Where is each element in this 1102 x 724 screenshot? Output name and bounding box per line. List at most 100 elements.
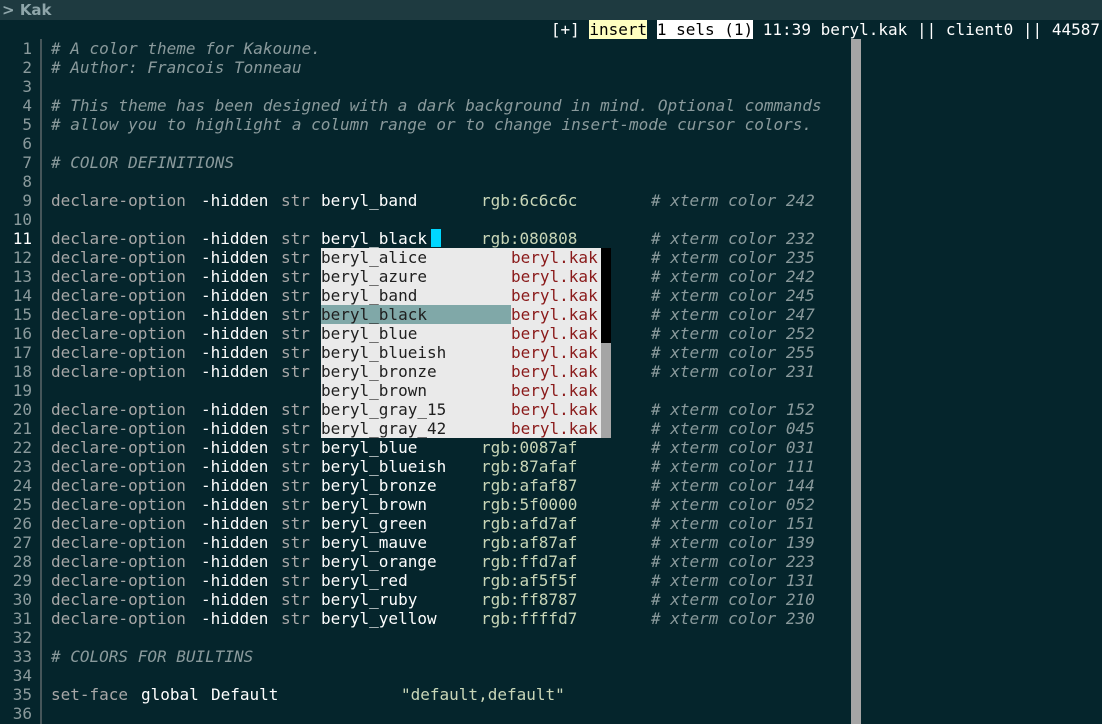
completion-item-name: beryl_brown [321, 381, 427, 400]
line-content: # allow you to highlight a column range … [51, 115, 812, 134]
option-name: beryl_bronze [321, 476, 437, 495]
line-number: 3 [22, 77, 32, 96]
keyword: declare-option [51, 552, 196, 571]
completion-item-name: beryl_black [321, 305, 511, 324]
option-name: beryl_ruby [321, 590, 418, 609]
flag: -hidden [201, 514, 269, 533]
editor-scrollbar[interactable] [851, 39, 861, 724]
rgb-value: rgb:87afaf [481, 457, 578, 476]
flag: -hidden [201, 191, 269, 210]
line-number: 12 [12, 248, 32, 267]
code-line[interactable]: 5 # allow you to highlight a column range… [0, 115, 850, 134]
completion-menu[interactable]: beryl_gray_42 beryl.kak beryl_gray_15 beryl… [321, 248, 611, 438]
keyword: declare-option [51, 248, 196, 267]
completion-item[interactable]: beryl_black beryl.kak [321, 305, 611, 324]
line-number: 33 [12, 647, 32, 666]
selection-count: 1 sels (1) [656, 20, 754, 39]
line-number: 16 [12, 324, 32, 343]
code-line[interactable]: 3 [0, 77, 850, 96]
option-name: beryl_black [321, 229, 427, 248]
completion-item[interactable]: beryl_bronze beryl.kak [321, 362, 611, 381]
completion-item-source: beryl.kak [511, 267, 598, 286]
line-number: 11 [12, 229, 32, 248]
code-line[interactable]: 31 declare-option -hidden str beryl_yellow r… [0, 609, 850, 628]
xterm-comment: # xterm color 223 [651, 552, 815, 571]
code-line[interactable]: 29 declare-option -hidden str beryl_red rgb:… [0, 571, 850, 590]
code-line[interactable]: 22 declare-option -hidden str beryl_blue rgb… [0, 438, 850, 457]
line-number: 21 [12, 419, 32, 438]
line-number: 27 [12, 533, 32, 552]
code-line[interactable]: 6 [0, 134, 850, 153]
type: str [281, 191, 310, 210]
code-line[interactable]: 30 declare-option -hidden str beryl_ruby rgb… [0, 590, 850, 609]
flag: -hidden [201, 343, 269, 362]
cursor-position: 11:39 [762, 20, 811, 39]
keyword: declare-option [51, 533, 196, 552]
completion-item-source: beryl.kak [511, 286, 598, 305]
line-number: 23 [12, 457, 32, 476]
line-number: 25 [12, 495, 32, 514]
xterm-comment: # xterm color 210 [651, 590, 815, 609]
code-line[interactable]: 4 # This theme has been designed with a d… [0, 96, 850, 115]
code-line[interactable]: 9 declare-option -hidden str beryl_band rgb:… [0, 191, 850, 210]
completion-item[interactable]: beryl_azure beryl.kak [321, 267, 611, 286]
line-content: # A color theme for Kakoune. [51, 39, 321, 58]
code-line[interactable]: 28 declare-option -hidden str beryl_orange r… [0, 552, 850, 571]
type: str [281, 495, 310, 514]
completion-item[interactable]: beryl_blueish beryl.kak [321, 343, 611, 362]
line-number: 9 [22, 191, 32, 210]
line-number: 10 [12, 210, 32, 229]
code-line[interactable]: 32 [0, 628, 850, 647]
modified-flag: [+] [550, 20, 580, 39]
completion-item[interactable]: beryl_gray_15 beryl.kak [321, 400, 611, 419]
xterm-comment: # xterm color 139 [651, 533, 815, 552]
completion-item-name: beryl_gray_42 [321, 419, 447, 438]
code-line[interactable]: 26 declare-option -hidden str beryl_green rg… [0, 514, 850, 533]
mode-indicator: insert [589, 20, 648, 39]
flag: -hidden [201, 533, 269, 552]
completion-item-name: beryl_azure [321, 267, 427, 286]
type: str [281, 229, 310, 248]
line-number: 14 [12, 286, 32, 305]
xterm-comment: # xterm color 031 [651, 438, 815, 457]
prompt-chevron-icon: > [2, 1, 15, 19]
face-value: "default,default" [401, 685, 565, 704]
client-name: client0 [945, 20, 1014, 39]
text-cursor [431, 229, 441, 247]
flag: -hidden [201, 419, 269, 438]
completion-item[interactable]: beryl_band beryl.kak [321, 286, 611, 305]
completion-scroll-thumb[interactable] [601, 248, 611, 343]
code-line[interactable]: 27 declare-option -hidden str beryl_mauve rg… [0, 533, 850, 552]
completion-item[interactable]: beryl_alice beryl.kak [321, 248, 611, 267]
code-line[interactable]: 7 # COLOR DEFINITIONS [0, 153, 850, 172]
type: str [281, 248, 310, 267]
completion-item[interactable]: beryl_blue beryl.kak [321, 324, 611, 343]
rgb-value: rgb:5f0000 [481, 495, 578, 514]
completion-item[interactable]: beryl_gray_42 beryl.kak [321, 419, 611, 438]
flag: -hidden [201, 324, 269, 343]
type: str [281, 514, 310, 533]
xterm-comment: # xterm color 231 [651, 362, 815, 381]
status-modeline: [+] insert 1 sels (1) 11:39 beryl.kak ||… [550, 20, 1100, 39]
line-number: 34 [12, 666, 32, 685]
flag: -hidden [201, 248, 269, 267]
code-line[interactable]: 2 # Author: Francois Tonneau [0, 58, 850, 77]
rgb-value: rgb:ff8787 [481, 590, 578, 609]
flag: -hidden [201, 305, 269, 324]
xterm-comment: # xterm color 232 [651, 229, 815, 248]
code-line[interactable]: 33 # COLORS FOR BUILTINS [0, 647, 850, 666]
line-content: # COLORS FOR BUILTINS [51, 647, 253, 666]
code-line[interactable]: 10 [0, 210, 850, 229]
xterm-comment: # xterm color 052 [651, 495, 815, 514]
code-line[interactable]: 1 # A color theme for Kakoune. [0, 39, 850, 58]
code-line[interactable]: 36 [0, 704, 850, 723]
code-line[interactable]: 23 declare-option -hidden str beryl_blueish… [0, 457, 850, 476]
completion-item[interactable]: beryl_brown beryl.kak [321, 381, 611, 400]
code-line[interactable]: 25 declare-option -hidden str beryl_brown rg… [0, 495, 850, 514]
code-line[interactable]: 8 [0, 172, 850, 191]
code-line[interactable]: 35 set-face global Default "default,default" [0, 685, 850, 704]
code-line[interactable]: 24 declare-option -hidden str beryl_bronze r… [0, 476, 850, 495]
code-line[interactable]: 11 declare-option -hidden str beryl_black rg… [0, 229, 850, 248]
code-line[interactable]: 34 [0, 666, 850, 685]
option-name: beryl_blue [321, 438, 418, 457]
